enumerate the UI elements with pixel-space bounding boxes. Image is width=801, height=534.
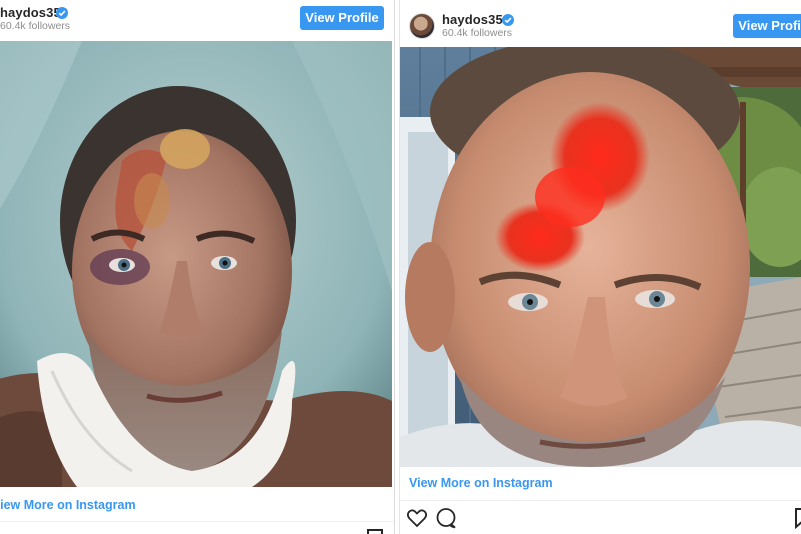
instagram-embed-right: haydos359 60.4k followers View Profile [399,0,801,534]
divider [400,500,801,501]
post-photo[interactable] [400,47,801,467]
view-profile-button[interactable]: View Profile [300,6,384,30]
comment-icon[interactable] [435,507,457,529]
bookmark-icon[interactable] [364,528,386,534]
follower-count: 60.4k followers [442,27,513,39]
verified-badge-icon [502,14,514,26]
post-header: haydos359 60.4k followers View Profile [400,0,801,40]
post-photo[interactable] [0,41,392,487]
view-profile-button[interactable]: View Profile [733,14,801,38]
verified-badge-icon [56,7,68,19]
bookmark-icon[interactable] [792,507,801,530]
follower-count: 60.4k followers [0,20,71,32]
avatar[interactable] [409,13,435,39]
instagram-embed-left: haydos359 60.4k followers View Profile V… [0,0,395,534]
post-header: haydos359 60.4k followers View Profile [0,0,394,40]
heart-icon[interactable] [406,507,428,529]
username[interactable]: haydos359 [442,12,510,27]
view-more-on-instagram-link[interactable]: View More on Instagram [409,476,553,490]
divider [0,521,394,522]
view-more-on-instagram-link[interactable]: View More on Instagram [0,498,136,512]
